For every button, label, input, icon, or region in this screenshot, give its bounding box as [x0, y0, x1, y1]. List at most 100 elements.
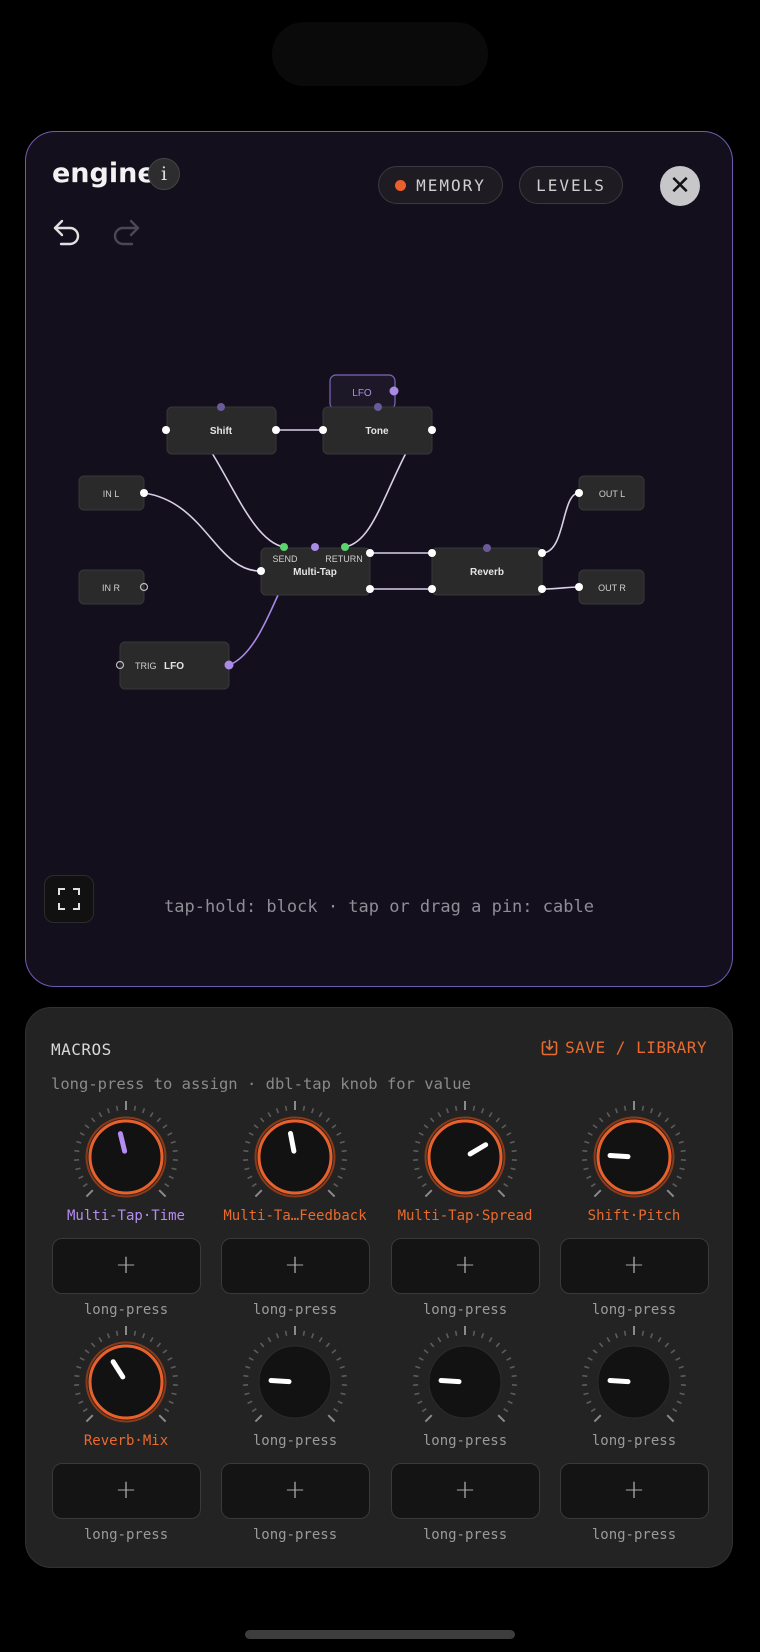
knob-indicator — [607, 1377, 631, 1385]
lfo-mod-node-label: LFO — [352, 388, 372, 399]
knob-tick — [445, 1108, 450, 1114]
macro-slot-label: long-press — [422, 1302, 508, 1318]
knob-tick — [488, 1337, 493, 1343]
multitap-mod-pin — [311, 543, 319, 551]
knob-tick — [680, 1149, 686, 1153]
macro-knob[interactable] — [66, 1322, 186, 1442]
macro-assign-slot[interactable]: + — [390, 1463, 540, 1519]
knob-tick — [510, 1167, 516, 1171]
knob-tick — [501, 1349, 507, 1354]
macro-assign-slot[interactable]: + — [559, 1463, 709, 1519]
knob-body — [257, 1119, 333, 1195]
knob-tick — [670, 1349, 676, 1354]
knob-tick — [331, 1124, 337, 1129]
reverb-in-l-pin — [428, 549, 436, 557]
in-r-label: IN R — [102, 583, 121, 593]
lfo-node-label: LFO — [164, 661, 184, 672]
knob-tick — [590, 1183, 596, 1188]
macro-knob[interactable] — [235, 1322, 355, 1442]
knob-tick — [678, 1140, 684, 1144]
knob-tick — [414, 1392, 420, 1396]
knob-tick — [336, 1132, 342, 1136]
knob-tick — [170, 1365, 176, 1369]
knob-tick — [429, 1117, 435, 1123]
out-r-label: OUT R — [598, 583, 626, 593]
knob-tick — [679, 1167, 685, 1171]
out-l-label: OUT L — [599, 489, 625, 499]
macro-assign-slot[interactable]: + — [559, 1238, 709, 1294]
knob-tick — [253, 1124, 259, 1129]
knob-tick — [672, 1183, 678, 1188]
knob-tick — [325, 1342, 331, 1348]
knob-tick — [341, 1374, 347, 1378]
knob-tick — [415, 1140, 421, 1144]
knob-tick — [666, 1189, 675, 1198]
patch-graph[interactable]: LFO Shift Tone IN L IN R OUT L OUT R SEN — [26, 132, 733, 987]
knob-tick — [251, 1408, 257, 1413]
knob-tick — [623, 1105, 627, 1111]
macro-assign-slot[interactable]: + — [390, 1238, 540, 1294]
knob-tick — [488, 1112, 493, 1118]
knob-tick — [437, 1337, 442, 1343]
knob-tick — [78, 1175, 84, 1180]
knob-tick — [339, 1365, 345, 1369]
knob-tick — [641, 1105, 645, 1111]
knob-tick — [507, 1400, 513, 1405]
tone-node-label: Tone — [365, 426, 389, 437]
macro-assign-slot[interactable]: + — [51, 1463, 201, 1519]
knob-tick — [666, 1414, 675, 1423]
knob-tick — [417, 1175, 423, 1180]
knob-tick — [623, 1330, 627, 1336]
knob-tick — [670, 1124, 676, 1129]
macro-knob[interactable] — [574, 1322, 694, 1442]
tone-in-pin — [319, 426, 327, 434]
knob-tick — [676, 1175, 682, 1180]
macro-knob[interactable] — [235, 1097, 355, 1217]
knob-tick — [85, 1414, 94, 1423]
macro-knob-label: Multi-Tap·Spread — [397, 1208, 533, 1224]
knob-tick — [158, 1414, 167, 1423]
lfo-trig-label: TRIG — [135, 661, 157, 671]
cable-lfo-multitap — [228, 594, 279, 666]
knob-tick — [76, 1140, 82, 1144]
knob-tick — [423, 1124, 429, 1129]
knob-tick — [584, 1140, 590, 1144]
knob-tick — [501, 1124, 507, 1129]
knob-tick — [245, 1140, 251, 1144]
knob-tick — [115, 1330, 119, 1336]
macro-assign-slot[interactable]: + — [51, 1238, 201, 1294]
macro-knob[interactable] — [66, 1097, 186, 1217]
knob-tick — [418, 1132, 424, 1136]
knob-tick — [141, 1108, 146, 1114]
out-l-in-pin — [575, 489, 583, 497]
knob-tick — [606, 1337, 611, 1343]
knob-tick — [85, 1189, 94, 1198]
knob-tick — [587, 1357, 593, 1361]
knob-tick — [168, 1400, 174, 1405]
macro-knob[interactable] — [574, 1097, 694, 1217]
shift-node-label: Shift — [210, 426, 233, 437]
knob-tick — [167, 1357, 173, 1361]
macro-slot-label: long-press — [591, 1302, 677, 1318]
knob-tick — [586, 1175, 592, 1180]
knob-tick — [253, 1349, 259, 1354]
macro-assign-slot[interactable]: + — [220, 1463, 370, 1519]
knob-tick — [614, 1108, 619, 1114]
knob-tick — [649, 1108, 654, 1114]
knob-tick — [614, 1333, 619, 1339]
macro-knob[interactable] — [405, 1322, 525, 1442]
macro-knob[interactable] — [405, 1097, 525, 1217]
knob-tick — [75, 1392, 81, 1396]
knob-tick — [82, 1408, 88, 1413]
save-library-button[interactable]: SAVE / LIBRARY — [541, 1038, 707, 1057]
knob-tick — [310, 1108, 315, 1114]
macro-knob-label: Shift·Pitch — [587, 1208, 681, 1224]
reverb-out-l-pin — [538, 549, 546, 557]
knob-indicator — [438, 1377, 462, 1385]
knob-tick — [149, 1337, 154, 1343]
macro-assign-slot[interactable]: + — [220, 1238, 370, 1294]
save-library-label: SAVE / LIBRARY — [565, 1038, 707, 1057]
knob-tick — [245, 1365, 251, 1369]
knob-tick — [167, 1132, 173, 1136]
knob-tick — [678, 1365, 684, 1369]
